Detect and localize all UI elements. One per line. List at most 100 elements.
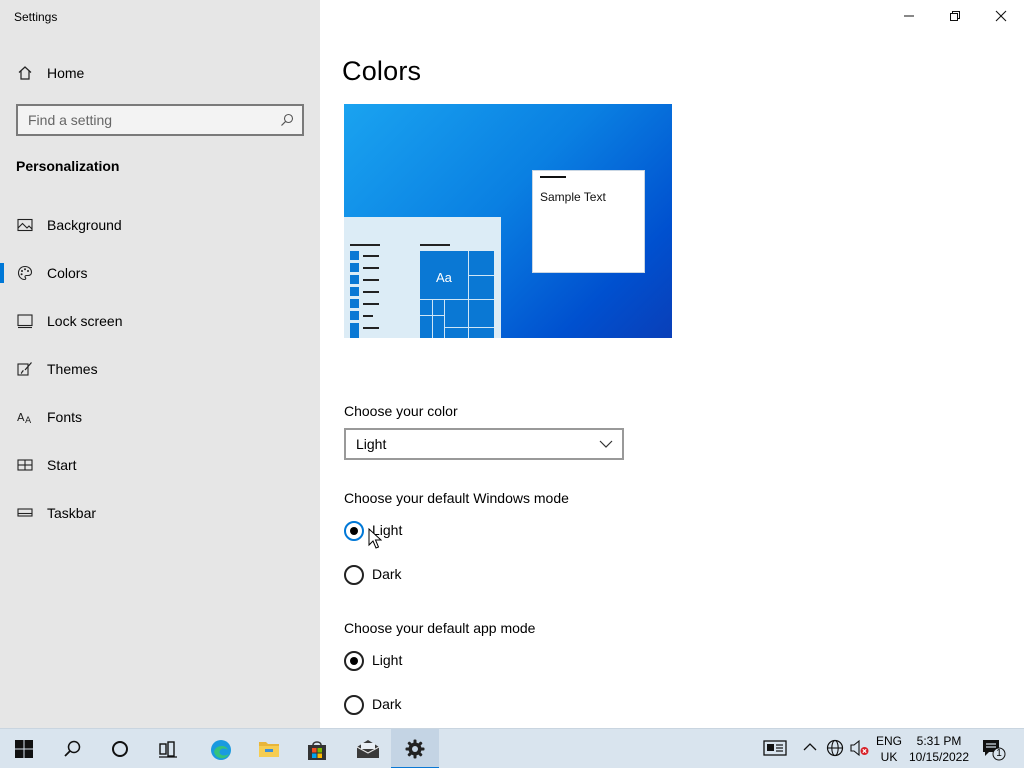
home-nav-item[interactable]: Home [0,58,320,88]
preview-line [363,315,373,317]
taskbar-icon [17,508,33,517]
chevron-up-icon[interactable] [803,742,817,752]
task-view-button[interactable] [144,729,192,768]
sidebar-item-taskbar[interactable]: Taskbar [0,493,320,533]
app-mode-dark-radio[interactable]: Dark [343,692,543,718]
preview-line [363,267,379,269]
preview-line [420,244,450,246]
taskbar: ENG UK 5:31 PM 10/15/2022 1 [0,728,1024,768]
section-title: Personalization [16,158,120,174]
svg-text:A: A [25,416,32,425]
action-center-button[interactable]: 1 [980,737,1006,761]
store-icon [308,741,326,760]
preview-line [350,244,380,246]
palette-icon [17,265,33,281]
windows-mode-dark-radio[interactable]: Dark [343,562,543,588]
preview-line [363,255,379,257]
brush-icon [17,362,32,376]
sidebar-item-fonts[interactable]: A A Fonts [0,397,320,437]
preview-sample-text: Sample Text [540,190,606,204]
start-button[interactable] [0,729,48,768]
close-button[interactable] [978,0,1024,32]
language-code: ENG [876,734,903,748]
clock-time: 5:31 PM [916,734,962,748]
minimize-button[interactable] [886,0,932,32]
mouse-pointer-icon [368,528,382,549]
home-label: Home [47,65,85,81]
clock-date: 10/15/2022 [908,750,970,764]
preview-line [363,279,379,281]
choose-color-dropdown[interactable]: Light [344,428,624,460]
dropdown-value: Light [356,436,387,452]
news-icon[interactable] [763,739,787,757]
file-explorer-button[interactable] [244,729,292,768]
language-indicator[interactable]: ENG UK [876,733,902,765]
sidebar-item-label: Taskbar [47,505,97,521]
search-box[interactable] [16,104,304,136]
preview-square [350,275,359,284]
close-icon [995,10,1007,22]
sidebar-item-colors[interactable]: Colors [0,253,320,293]
preview-square [350,311,359,320]
search-icon[interactable] [280,113,294,127]
sidebar-item-label: Themes [47,361,98,377]
task-view-icon [159,741,177,758]
app-title: Settings [14,10,58,24]
preview-square [350,331,359,338]
windows-mode-label: Choose your default Windows mode [344,490,569,506]
radio-circle[interactable] [344,565,364,585]
edge-button[interactable] [196,729,244,768]
sidebar-item-background[interactable]: Background [0,205,320,245]
folder-icon [259,742,279,757]
preview-line [363,303,379,305]
minimize-icon [904,15,914,17]
clock[interactable]: 5:31 PM 10/15/2022 [906,733,972,765]
store-button[interactable] [292,729,340,768]
notification-icon [983,740,1006,761]
search-icon [64,740,81,757]
page-title: Colors [342,56,422,86]
svg-text:A: A [17,411,25,424]
sidebar-item-label: Lock screen [47,313,123,329]
mail-button[interactable] [342,729,390,768]
restore-button[interactable] [932,0,978,32]
preview-line [363,291,379,293]
volume-muted-icon[interactable] [850,739,870,757]
cortana-button[interactable] [96,729,144,768]
preview-line [363,327,379,329]
network-globe-icon[interactable] [826,739,844,757]
radio-circle[interactable] [344,521,364,541]
radio-circle[interactable] [344,651,364,671]
notification-count: 1 [996,748,1002,759]
restore-icon [950,11,960,21]
mail-icon [356,740,380,758]
cortana-icon [112,741,128,757]
preview-square [350,287,359,296]
gear-icon [405,739,425,759]
sidebar-item-label: Fonts [47,409,83,425]
lock-screen-icon [17,314,33,329]
preview-square [350,263,359,272]
search-input[interactable] [28,111,268,129]
preview-square [350,299,359,308]
sidebar-item-themes[interactable]: Themes [0,349,320,389]
app-mode-label: Choose your default app mode [344,620,536,636]
preview-tiles: Aa [420,251,494,338]
radio-label: Light [372,652,403,668]
search-taskbar-button[interactable] [48,729,96,768]
preview-tile-text: Aa [436,270,452,285]
sidebar: Settings Home Personalization Background… [0,0,320,728]
edge-icon [211,740,231,760]
sidebar-item-label: Background [47,217,122,233]
radio-label: Dark [372,566,402,582]
theme-preview: Aa Sample Text [344,104,672,338]
sidebar-item-lock-screen[interactable]: Lock screen [0,301,320,341]
sidebar-item-start[interactable]: Start [0,445,320,485]
settings-taskbar-button[interactable] [391,729,439,768]
font-icon: A A [17,411,32,425]
sidebar-item-label: Start [47,457,77,473]
app-mode-light-radio[interactable]: Light [343,648,543,674]
radio-circle[interactable] [344,695,364,715]
radio-label: Dark [372,696,402,712]
chevron-down-icon [599,440,613,448]
